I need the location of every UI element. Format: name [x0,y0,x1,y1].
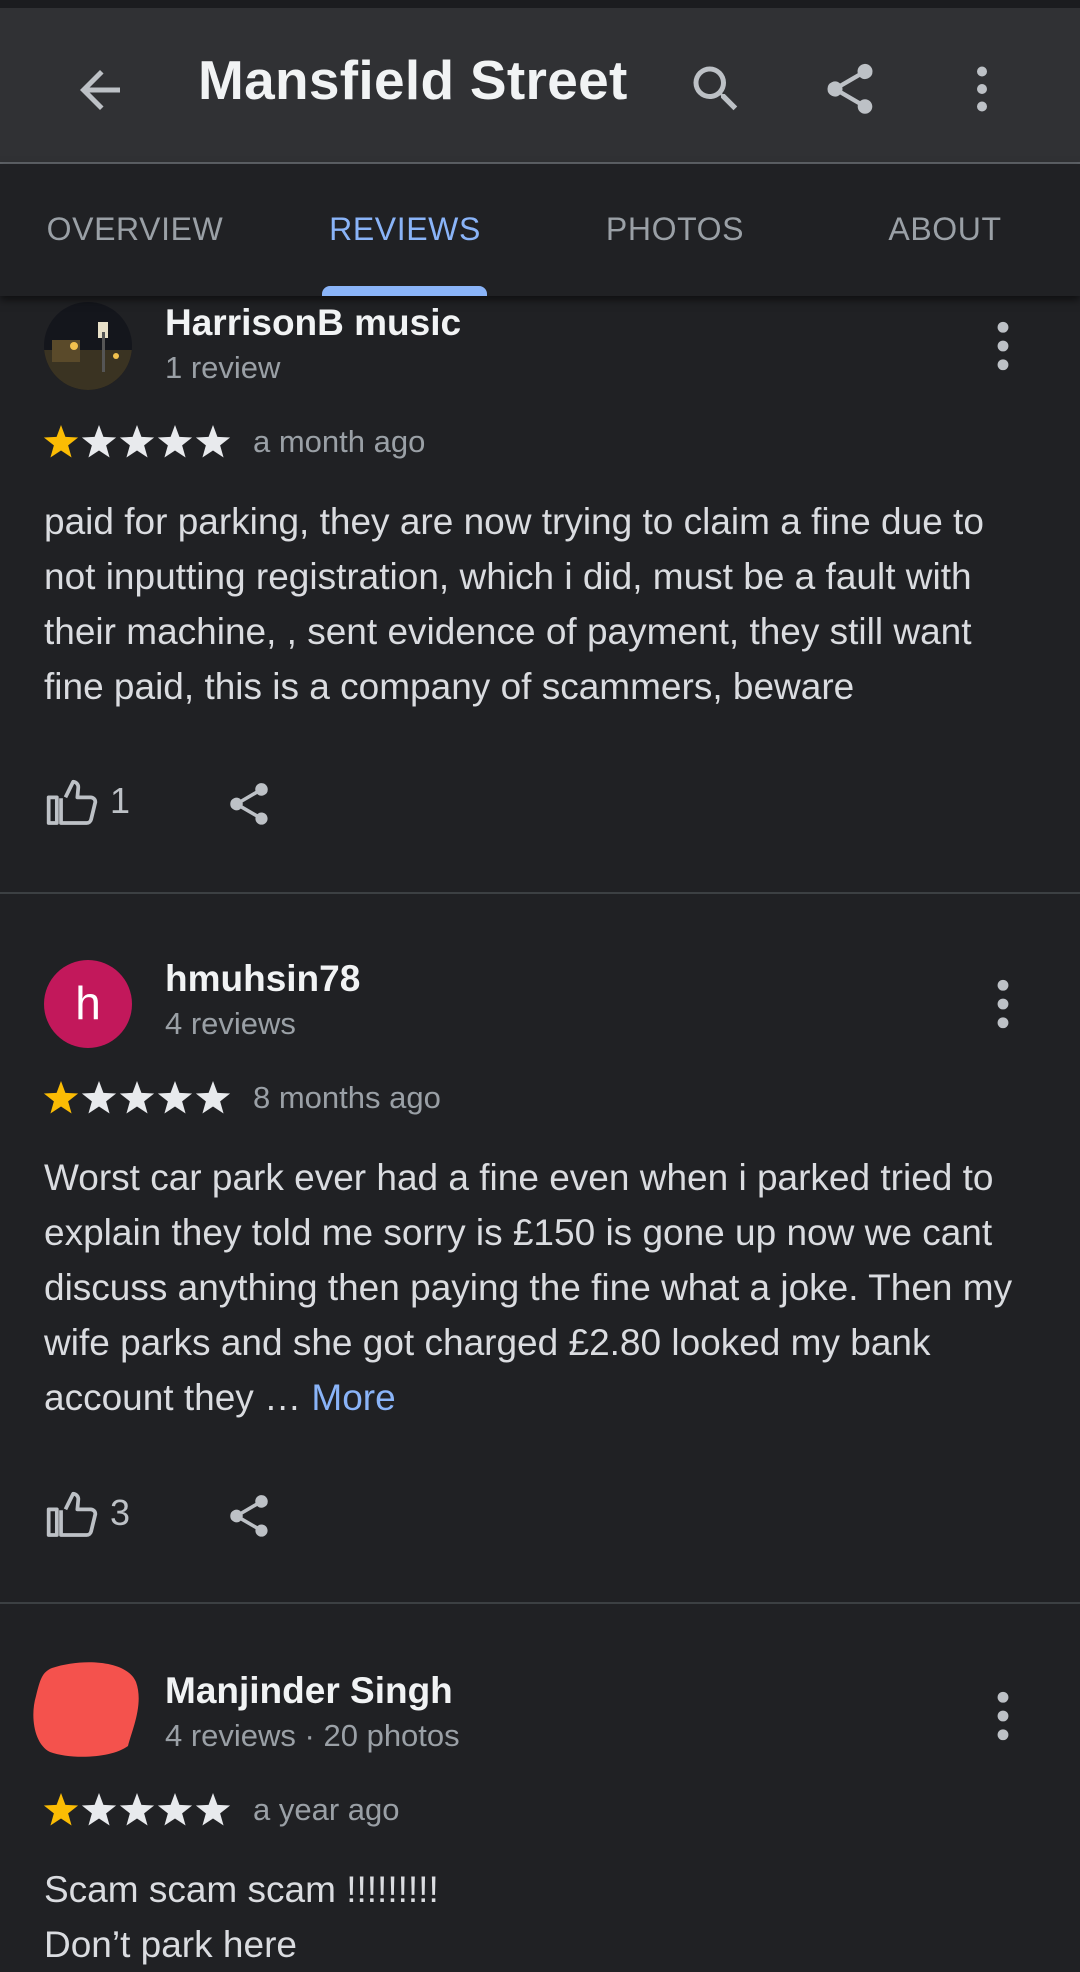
star-filled-icon [43,1793,79,1826]
star-empty-icon [195,1081,231,1114]
review-author[interactable]: HarrisonB music [165,302,461,344]
star-rating [43,1793,231,1826]
review-author-meta: 1 review [165,350,281,385]
review-text: paid for parking, they are now trying to… [44,501,984,707]
review-more-icon[interactable] [978,316,1028,376]
star-empty-icon [81,425,117,458]
star-empty-icon [119,1081,155,1114]
star-filled-icon [43,425,79,458]
star-empty-icon [195,1793,231,1826]
star-rating [43,425,231,458]
star-empty-icon [157,1793,193,1826]
avatar-photo [44,302,132,390]
review-author-meta: 4 reviews [165,1006,296,1041]
review-date: a month ago [253,424,426,459]
avatar[interactable]: h [44,960,132,1048]
more-link[interactable]: More [311,1377,395,1418]
star-rating [43,1081,231,1114]
star-empty-icon [195,425,231,458]
share-review-icon[interactable] [224,776,274,832]
star-empty-icon [81,1081,117,1114]
review-more-icon[interactable] [978,1686,1028,1746]
tab-bar: OVERVIEW REVIEWS PHOTOS ABOUT [0,164,1080,296]
share-review-icon[interactable] [224,1488,274,1544]
status-bar [0,0,1080,8]
star-empty-icon [81,1793,117,1826]
divider [0,1602,1080,1604]
review-date: a year ago [253,1792,400,1827]
star-empty-icon [119,425,155,458]
star-filled-icon [43,1081,79,1114]
avatar[interactable] [44,302,132,390]
thumbs-up-icon[interactable] [44,774,100,830]
review-author-meta: 4 reviews · 20 photos [165,1718,460,1753]
like-count: 1 [110,780,131,821]
star-empty-icon [119,1793,155,1826]
review-text-content: Worst car park ever had a fine even when… [44,1157,1013,1418]
review-author[interactable]: Manjinder Singh [165,1670,453,1712]
thumbs-up-icon[interactable] [44,1486,100,1542]
like-count: 3 [110,1492,131,1533]
divider [0,892,1080,894]
share-icon[interactable] [820,58,880,120]
page-title: Mansfield Street [198,49,628,111]
star-empty-icon [157,425,193,458]
star-empty-icon [157,1081,193,1114]
review-text-line: Scam scam scam !!!!!!!!! [44,1869,439,1910]
review-more-icon[interactable] [978,974,1028,1034]
app-bar: Mansfield Street [0,8,1080,164]
back-arrow-icon[interactable] [70,60,130,120]
search-icon[interactable] [686,58,746,120]
tab-photos[interactable]: PHOTOS [540,164,810,296]
tab-about[interactable]: ABOUT [810,164,1080,296]
review-date: 8 months ago [253,1080,441,1115]
tab-active-indicator [322,286,487,296]
review-text: Worst car park ever had a fine even when… [44,1150,1034,1425]
review-author[interactable]: hmuhsin78 [165,958,360,1000]
tab-overview[interactable]: OVERVIEW [0,164,270,296]
more-vert-icon[interactable] [952,58,1012,120]
avatar-redacted[interactable] [32,1660,140,1760]
tab-reviews[interactable]: REVIEWS [270,164,540,296]
